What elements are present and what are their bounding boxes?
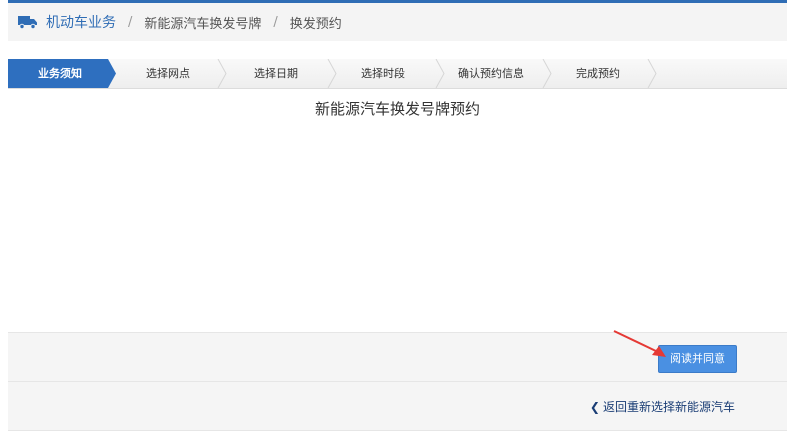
step-select-time: 选择时段 bbox=[361, 67, 405, 80]
breadcrumb-separator: / bbox=[128, 14, 133, 30]
back-reselect-label: 返回重新选择新能源汽车 bbox=[602, 400, 735, 414]
step-confirm-info: 确认预约信息 bbox=[458, 67, 524, 80]
chevron-left-icon: ❮ bbox=[589, 400, 600, 414]
page-title: 新能源汽车换发号牌预约 bbox=[314, 100, 480, 118]
red-arrow-annotation bbox=[613, 330, 666, 357]
agree-bar: 阅读并同意 bbox=[8, 332, 787, 381]
breadcrumb-root-link[interactable]: 机动车业务 bbox=[46, 12, 116, 32]
step-complete: 完成预约 bbox=[576, 67, 620, 80]
breadcrumb-level2-link[interactable]: 新能源汽车换发号牌 bbox=[144, 13, 261, 32]
steps-progress-bar: 业务须知 选择网点 选择日期 选择时段 确认预约信息 完成预约 bbox=[8, 59, 787, 89]
step-divider bbox=[217, 59, 227, 88]
breadcrumb-separator: / bbox=[273, 14, 278, 30]
step-select-outlet: 选择网点 bbox=[146, 67, 190, 80]
step-select-date: 选择日期 bbox=[254, 67, 298, 80]
back-bar: ❮ 返回重新选择新能源汽车 bbox=[8, 381, 787, 431]
breadcrumb-current: 换发预约 bbox=[289, 16, 342, 32]
truck-icon bbox=[18, 15, 38, 29]
step-business-notice: 业务须知 bbox=[38, 67, 82, 80]
back-reselect-link[interactable]: ❮ 返回重新选择新能源汽车 bbox=[590, 398, 735, 415]
step-divider bbox=[647, 59, 657, 88]
breadcrumb: 机动车业务 / 新能源汽车换发号牌 / 换发预约 bbox=[8, 3, 787, 41]
